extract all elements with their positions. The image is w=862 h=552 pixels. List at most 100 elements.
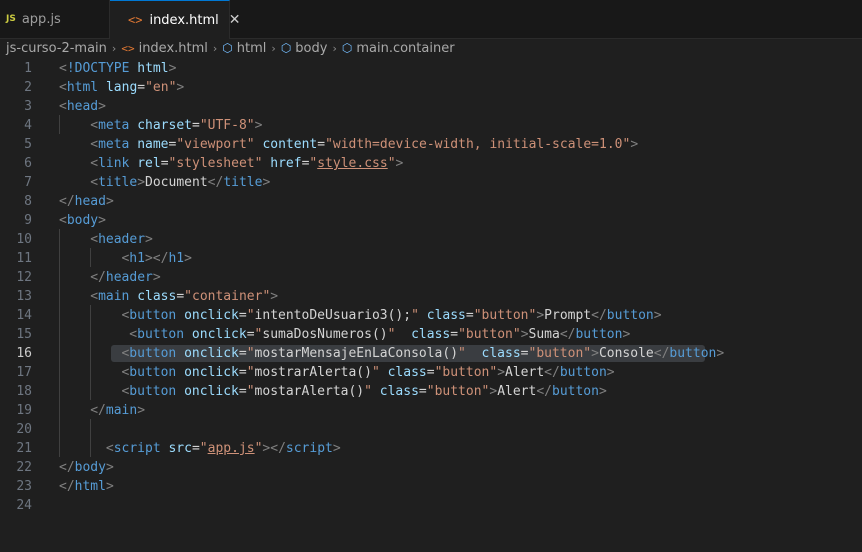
code-punctuation: > [105, 194, 114, 209]
code-string: "UTF-8" [199, 118, 255, 133]
tab-bar: JS app.js <> index.html ✕ [0, 0, 862, 39]
breadcrumb-label: html [236, 40, 267, 56]
code-punctuation: > [536, 308, 545, 323]
code-text: intentoDeUsuario3(); [254, 308, 412, 323]
code-string: "button" [426, 384, 490, 399]
code-line[interactable]: 12 </header> [0, 268, 862, 287]
code-punctuation: > [105, 460, 114, 475]
line-code: <body> [59, 211, 106, 230]
code-punctuation: < [90, 118, 99, 133]
code-punctuation: </ [59, 460, 75, 475]
code-string: "viewport" [176, 137, 255, 152]
code-punctuation: </ [544, 365, 560, 380]
line-number: 9 [24, 213, 32, 228]
code-line[interactable]: 13 <main class="container"> [0, 287, 862, 306]
close-icon[interactable]: ✕ [229, 12, 241, 28]
tab-app-js[interactable]: JS app.js [0, 0, 110, 38]
code-line[interactable]: 16 <button onclick="mostarMensajeEnLaCons… [0, 344, 862, 363]
code-string: "button" [458, 327, 521, 342]
line-code: <main class="container"> [90, 287, 278, 306]
code-line[interactable]: 2 <html lang="en"> [0, 78, 862, 97]
code-string: " [371, 365, 380, 380]
breadcrumb-item-file[interactable]: <> index.html [121, 41, 208, 56]
code-line[interactable]: 14 <button onclick="intentoDeUsuario3();"… [0, 306, 862, 325]
code-tag: button [669, 346, 717, 361]
breadcrumb-item-html[interactable]: ⬡ html [222, 41, 266, 56]
code-tag: button [575, 327, 623, 342]
code-text: = [191, 441, 200, 456]
code-tag: title [223, 175, 263, 190]
code-line[interactable]: 4 <meta charset="UTF-8"> [0, 116, 862, 135]
code-editor[interactable]: 1 <!DOCTYPE html> 2 <html lang="en"> 3 <head>… [0, 58, 862, 552]
breadcrumb-item-main-container[interactable]: ⬡ main.container [342, 41, 455, 56]
code-text: = [238, 365, 247, 380]
code-text: = [426, 365, 435, 380]
code-text: = [465, 308, 474, 323]
code-tag: main [98, 289, 130, 304]
code-punctuation: < [90, 289, 99, 304]
chevron-right-icon: › [111, 41, 117, 55]
code-line[interactable]: 17 <button onclick="mostrarAlerta()" clas… [0, 363, 862, 382]
line-code: <meta charset="UTF-8"> [90, 116, 262, 135]
code-line[interactable]: 9 <body> [0, 211, 862, 230]
line-number: 20 [16, 422, 32, 437]
code-line[interactable]: 6 <link rel="stylesheet" href="style.css"… [0, 154, 862, 173]
code-string: "stylesheet" [168, 156, 263, 171]
code-line[interactable]: 23 </html> [0, 477, 862, 496]
code-line[interactable]: 20 [0, 420, 862, 439]
code-line[interactable]: 10 <header> [0, 230, 862, 249]
code-line[interactable]: 21 <script src="app.js"></script> [0, 439, 862, 458]
line-number: 1 [24, 61, 32, 76]
line-code: <button onclick="mostarAlerta()" class="… [121, 382, 606, 401]
code-tag: html [74, 479, 106, 494]
breadcrumb-item-body[interactable]: ⬡ body [281, 41, 328, 56]
code-text: = [160, 156, 169, 171]
code-punctuation: > [137, 175, 146, 190]
code-punctuation: > [176, 80, 185, 95]
code-line[interactable]: 8 </head> [0, 192, 862, 211]
code-text: = [317, 137, 326, 152]
line-code: <button onclick="intentoDeUsuario3();" c… [121, 306, 661, 325]
code-tag: main [105, 403, 138, 418]
line-code: <button onclick="mostrarAlerta()" class=… [121, 363, 614, 382]
code-line[interactable]: 3 <head> [0, 97, 862, 116]
code-line[interactable]: 22 </body> [0, 458, 862, 477]
code-attribute: onclick [184, 365, 239, 380]
code-line[interactable]: 15 <button onclick="sumaDosNumeros()" cl… [0, 325, 862, 344]
line-code: <meta name="viewport" content="width=dev… [90, 135, 638, 154]
code-tag: body [66, 213, 99, 228]
code-line[interactable]: 11 <h1></h1> [0, 249, 862, 268]
code-tag: h1 [129, 251, 145, 266]
code-attribute: class [137, 289, 177, 304]
code-tag: h1 [168, 251, 185, 266]
code-line[interactable]: 5 <meta name="viewport" content="width=de… [0, 135, 862, 154]
code-line[interactable]: 1 <!DOCTYPE html> [0, 59, 862, 78]
code-line[interactable]: 18 <button onclick="mostarAlerta()" class… [0, 382, 862, 401]
code-tag: html [66, 80, 99, 95]
line-number: 14 [16, 308, 32, 323]
code-punctuation: > [168, 61, 177, 76]
code-punctuation: </ [90, 270, 106, 285]
code-text: = [176, 289, 185, 304]
tab-index-html[interactable]: <> index.html ✕ [110, 0, 241, 39]
code-punctuation: > [145, 232, 153, 247]
line-code: <link rel="stylesheet" href="style.css"> [90, 154, 403, 173]
code-line[interactable]: 24 [0, 496, 862, 515]
code-punctuation: > [98, 99, 106, 114]
breadcrumb-item-folder[interactable]: js-curso-2-main [6, 41, 107, 56]
tab-label: app.js [21, 11, 61, 27]
code-text: Alert [497, 384, 537, 399]
code-text: sumaDosNumeros() [262, 327, 388, 342]
code-line[interactable]: 19 </main> [0, 401, 862, 420]
breadcrumb-label: index.html [138, 40, 208, 56]
javascript-file-icon: JS [6, 14, 16, 24]
code-attribute: href [270, 156, 302, 171]
code-line[interactable]: 7 <title>Document</title> [0, 173, 862, 192]
code-text: Console [598, 346, 654, 361]
code-attribute: class [481, 346, 521, 361]
code-punctuation: < [59, 213, 67, 228]
code-tag: !DOCTYPE [66, 61, 130, 76]
